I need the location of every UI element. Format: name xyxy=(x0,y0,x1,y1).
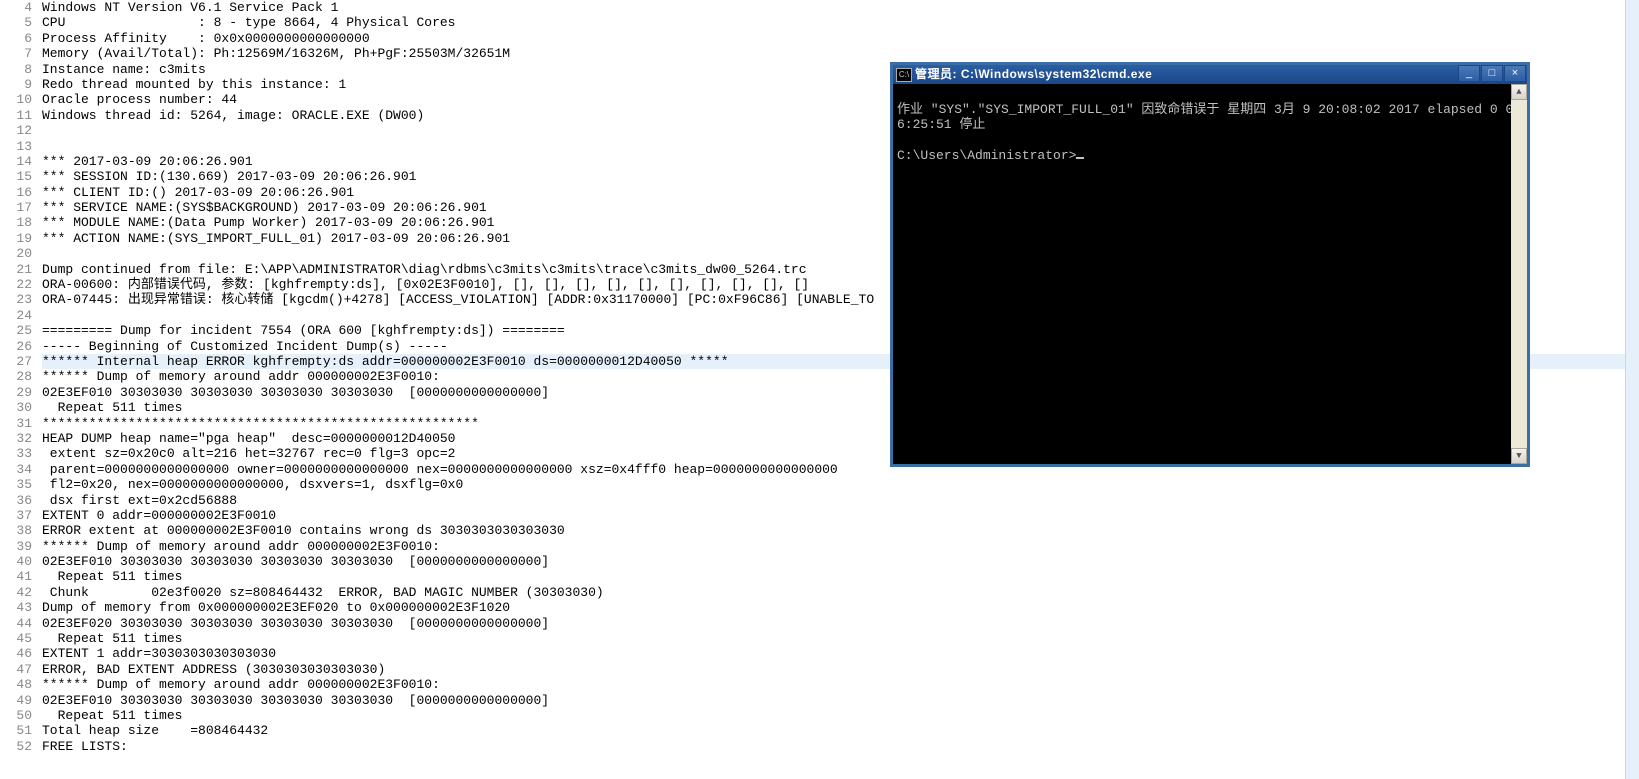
line-number: 52 xyxy=(0,739,32,754)
cmd-scrollbar[interactable]: ▲ ▼ xyxy=(1511,84,1527,464)
minimap-edge xyxy=(1625,0,1639,779)
line-number: 27 xyxy=(0,354,32,369)
cmd-window[interactable]: C:\ 管理员: C:\Windows\system32\cmd.exe _ □… xyxy=(890,62,1530,467)
code-line[interactable]: Process Affinity : 0x0x0000000000000000 xyxy=(42,31,1639,46)
line-number: 10 xyxy=(0,92,32,107)
line-number: 14 xyxy=(0,154,32,169)
line-number: 22 xyxy=(0,277,32,292)
code-line[interactable]: CPU : 8 - type 8664, 4 Physical Cores xyxy=(42,15,1639,30)
code-line[interactable]: 02E3EF010 30303030 30303030 30303030 303… xyxy=(42,693,1639,708)
cmd-output[interactable]: 作业 "SYS"."SYS_IMPORT_FULL_01" 因致命错误于 星期四… xyxy=(893,84,1527,464)
code-line[interactable]: dsx first ext=0x2cd56888 xyxy=(42,493,1639,508)
line-number: 39 xyxy=(0,539,32,554)
line-number: 47 xyxy=(0,662,32,677)
line-number: 7 xyxy=(0,46,32,61)
code-line[interactable]: Total heap size =808464432 xyxy=(42,723,1639,738)
line-number: 20 xyxy=(0,246,32,261)
code-line[interactable]: EXTENT 1 addr=3030303030303030 xyxy=(42,646,1639,661)
line-number: 15 xyxy=(0,169,32,184)
line-number: 6 xyxy=(0,31,32,46)
code-line[interactable]: ****** Dump of memory around addr 000000… xyxy=(42,539,1639,554)
line-number: 48 xyxy=(0,677,32,692)
code-line[interactable]: ERROR extent at 000000002E3F0010 contain… xyxy=(42,523,1639,538)
line-number: 37 xyxy=(0,508,32,523)
code-line[interactable]: Repeat 511 times xyxy=(42,708,1639,723)
line-number: 32 xyxy=(0,431,32,446)
code-line[interactable]: Memory (Avail/Total): Ph:12569M/16326M, … xyxy=(42,46,1639,61)
cmd-cursor xyxy=(1076,157,1084,159)
line-number: 35 xyxy=(0,477,32,492)
line-number: 13 xyxy=(0,139,32,154)
line-number: 46 xyxy=(0,646,32,661)
line-number: 19 xyxy=(0,231,32,246)
line-number: 11 xyxy=(0,108,32,123)
line-number: 5 xyxy=(0,15,32,30)
cmd-icon: C:\ xyxy=(896,68,912,82)
line-number: 34 xyxy=(0,462,32,477)
line-number: 4 xyxy=(0,0,32,15)
scroll-down-button[interactable]: ▼ xyxy=(1511,448,1527,464)
code-line[interactable]: Windows NT Version V6.1 Service Pack 1 xyxy=(42,0,1639,15)
code-line[interactable]: ****** Dump of memory around addr 000000… xyxy=(42,677,1639,692)
code-line[interactable]: Repeat 511 times xyxy=(42,569,1639,584)
code-line[interactable]: FREE LISTS: xyxy=(42,739,1639,754)
line-number: 36 xyxy=(0,493,32,508)
line-number: 42 xyxy=(0,585,32,600)
line-number: 44 xyxy=(0,616,32,631)
line-number: 29 xyxy=(0,385,32,400)
line-number: 23 xyxy=(0,292,32,307)
window-controls: _ □ × xyxy=(1458,65,1527,84)
line-number: 43 xyxy=(0,600,32,615)
code-line[interactable]: 02E3EF010 30303030 30303030 30303030 303… xyxy=(42,554,1639,569)
code-line[interactable]: Repeat 511 times xyxy=(42,631,1639,646)
line-number: 9 xyxy=(0,77,32,92)
line-number: 12 xyxy=(0,123,32,138)
line-number: 16 xyxy=(0,185,32,200)
line-number: 45 xyxy=(0,631,32,646)
line-number: 25 xyxy=(0,323,32,338)
maximize-button[interactable]: □ xyxy=(1481,65,1503,82)
cmd-titlebar[interactable]: C:\ 管理员: C:\Windows\system32\cmd.exe _ □… xyxy=(893,65,1527,84)
line-number: 50 xyxy=(0,708,32,723)
line-number: 8 xyxy=(0,62,32,77)
scroll-track[interactable] xyxy=(1511,100,1527,448)
line-number-gutter: 4567891011121314151617181920212223242526… xyxy=(0,0,42,754)
line-number: 31 xyxy=(0,416,32,431)
code-line[interactable]: fl2=0x20, nex=0000000000000000, dsxvers=… xyxy=(42,477,1639,492)
scroll-up-button[interactable]: ▲ xyxy=(1511,84,1527,100)
line-number: 17 xyxy=(0,200,32,215)
line-number: 33 xyxy=(0,446,32,461)
line-number: 51 xyxy=(0,723,32,738)
line-number: 41 xyxy=(0,569,32,584)
line-number: 28 xyxy=(0,369,32,384)
line-number: 24 xyxy=(0,308,32,323)
line-number: 49 xyxy=(0,693,32,708)
line-number: 18 xyxy=(0,215,32,230)
line-number: 38 xyxy=(0,523,32,538)
cmd-prompt: C:\Users\Administrator> xyxy=(897,148,1076,163)
cmd-title: 管理员: C:\Windows\system32\cmd.exe xyxy=(915,67,1458,81)
close-button[interactable]: × xyxy=(1504,65,1526,82)
cmd-output-line: 作业 "SYS"."SYS_IMPORT_FULL_01" 因致命错误于 星期四… xyxy=(897,102,1513,133)
line-number: 26 xyxy=(0,339,32,354)
code-line[interactable]: 02E3EF020 30303030 30303030 30303030 303… xyxy=(42,616,1639,631)
line-number: 40 xyxy=(0,554,32,569)
line-number: 21 xyxy=(0,262,32,277)
code-line[interactable]: Dump of memory from 0x000000002E3EF020 t… xyxy=(42,600,1639,615)
line-number: 30 xyxy=(0,400,32,415)
minimize-button[interactable]: _ xyxy=(1458,65,1480,82)
code-line[interactable]: Chunk 02e3f0020 sz=808464432 ERROR, BAD … xyxy=(42,585,1639,600)
code-line[interactable]: ERROR, BAD EXTENT ADDRESS (3030303030303… xyxy=(42,662,1639,677)
code-line[interactable]: EXTENT 0 addr=000000002E3F0010 xyxy=(42,508,1639,523)
